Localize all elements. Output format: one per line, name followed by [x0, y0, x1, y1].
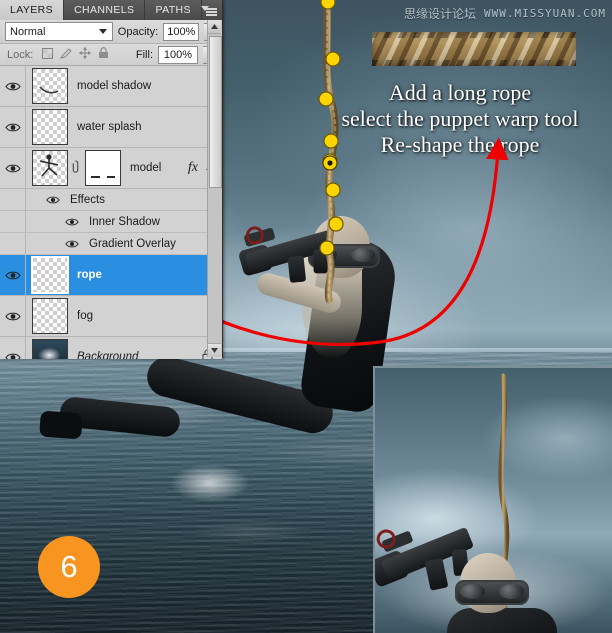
layer-name-gradient-overlay[interactable]: Gradient Overlay — [89, 238, 176, 250]
layer-row-fog[interactable]: fog — [0, 296, 222, 337]
layer-name-background[interactable]: Background — [77, 351, 138, 359]
layer-name-water-splash[interactable]: water splash — [77, 121, 142, 133]
layer-name-effects[interactable]: Effects — [70, 194, 105, 206]
paint-lock-icon[interactable] — [60, 47, 73, 62]
eye-icon-model-shadow[interactable] — [0, 66, 26, 106]
screenshot-root: 思缘设计论坛 WWW.MISSYUAN.COM Add a long rope … — [0, 0, 612, 633]
eye-icon-fog[interactable] — [0, 296, 26, 336]
puppet-pin-1[interactable] — [320, 0, 336, 10]
layer-row-gradient-overlay[interactable]: Gradient Overlay — [0, 233, 222, 255]
puppet-pin-6-center — [327, 160, 333, 166]
layer-row-effects-group[interactable]: Effects — [0, 189, 222, 211]
layer-row-model[interactable]: model fx — [0, 148, 222, 189]
eye-icon-effects-toggle[interactable] — [42, 195, 64, 205]
all-lock-icon[interactable] — [98, 47, 109, 62]
layer-row-rope[interactable]: rope — [0, 255, 222, 296]
puppet-pin-7[interactable] — [325, 182, 341, 198]
tab-channels-label: CHANNELS — [74, 4, 135, 16]
layer-name-model-shadow[interactable]: model shadow — [77, 80, 151, 92]
move-lock-icon[interactable] — [79, 47, 92, 62]
layer-row-background[interactable]: Background — [0, 337, 222, 359]
eye-icon-gradient-overlay[interactable] — [61, 239, 83, 249]
layer-list[interactable]: model shadow water splash model fx Effec… — [0, 66, 222, 359]
eye-icon-background[interactable] — [0, 337, 26, 359]
layer-name-rope[interactable]: rope — [77, 269, 102, 281]
eye-icon-effects[interactable] — [0, 189, 26, 210]
layer-thumbnail-fog[interactable] — [32, 298, 68, 334]
lock-row[interactable]: Lock: Fill: 100% — [0, 44, 222, 66]
tab-layers-label: LAYERS — [10, 4, 54, 16]
layer-thumbnail-background[interactable] — [32, 339, 68, 359]
layer-mask-thumbnail-model[interactable] — [85, 150, 121, 186]
fx-icon-model[interactable]: fx — [188, 160, 198, 176]
layer-thumbnail-model-shadow[interactable] — [32, 68, 68, 104]
layer-name-fog[interactable]: fog — [77, 310, 93, 322]
layer-thumbnail-rope[interactable] — [31, 256, 69, 294]
panel-menu-icon[interactable] — [201, 4, 217, 16]
eye-icon-inner-shadow[interactable] — [61, 217, 83, 227]
blend-mode-row[interactable]: Normal Opacity: 100% — [0, 20, 222, 44]
fill-input[interactable]: 100% — [158, 45, 198, 64]
eye-col-gradient-overlay — [0, 233, 26, 254]
layer-row-water-splash[interactable]: water splash — [0, 107, 222, 148]
result-preview-inset — [373, 366, 612, 633]
layer-row-model-shadow[interactable]: model shadow — [0, 66, 222, 107]
puppet-pin-2[interactable] — [325, 51, 341, 67]
puppet-pin-8[interactable] — [328, 216, 344, 232]
scrollbar-thumb[interactable] — [209, 36, 222, 188]
layer-name-model[interactable]: model — [130, 162, 161, 174]
chevron-down-icon — [98, 29, 107, 34]
layer-row-inner-shadow[interactable]: Inner Shadow — [0, 211, 222, 233]
tab-paths-label: PATHS — [155, 4, 191, 16]
layer-thumbnail-water-splash[interactable] — [32, 109, 68, 145]
eye-icon-rope[interactable] — [0, 255, 26, 295]
blend-mode-select[interactable]: Normal — [5, 22, 113, 41]
tab-channels[interactable]: CHANNELS — [64, 0, 146, 20]
inset-shoulders — [447, 608, 557, 633]
step-badge: 6 — [38, 536, 100, 598]
fill-label: Fill: — [135, 48, 153, 61]
puppet-pin-4[interactable] — [323, 133, 339, 149]
step-badge-number: 6 — [60, 549, 78, 584]
opacity-input[interactable]: 100% — [163, 22, 200, 41]
eye-col-inner-shadow — [0, 211, 26, 232]
layers-panel[interactable]: LAYERS CHANNELS PATHS Normal Opacity: 10… — [0, 0, 223, 359]
fill-group[interactable]: Fill: 100% — [135, 45, 218, 64]
opacity-value: 100% — [167, 25, 196, 38]
tab-paths[interactable]: PATHS — [145, 0, 202, 20]
puppet-pin-3[interactable] — [318, 91, 334, 107]
layer-name-inner-shadow[interactable]: Inner Shadow — [89, 216, 160, 228]
layer-thumbnail-model[interactable] — [32, 150, 68, 186]
tab-layers[interactable]: LAYERS — [0, 0, 65, 20]
scroll-down-button[interactable] — [208, 343, 221, 357]
transparency-lock-icon[interactable] — [42, 47, 54, 62]
eye-icon-model[interactable] — [0, 148, 26, 188]
puppet-pin-9[interactable] — [319, 240, 335, 256]
panel-tab-bar[interactable]: LAYERS CHANNELS PATHS — [0, 0, 222, 20]
opacity-label: Opacity: — [117, 25, 159, 38]
link-icon-model-mask[interactable] — [71, 159, 81, 178]
inset-goggles — [455, 580, 529, 605]
layers-panel-scrollbar[interactable] — [207, 20, 222, 357]
fill-value: 100% — [163, 48, 193, 61]
lock-label: Lock: — [7, 48, 34, 61]
eye-icon-water-splash[interactable] — [0, 107, 26, 147]
blend-mode-value: Normal — [10, 25, 46, 38]
scroll-up-button[interactable] — [208, 20, 221, 34]
lock-icon-group[interactable] — [42, 47, 109, 62]
